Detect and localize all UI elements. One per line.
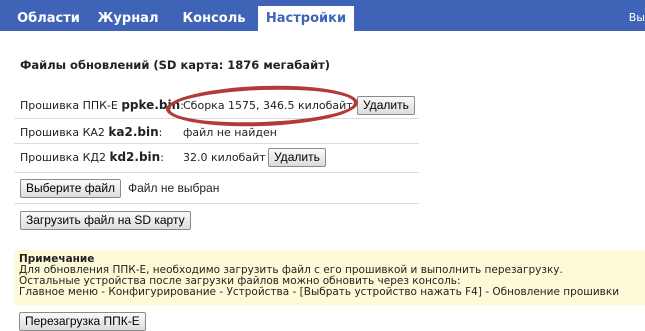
highlight-ellipse — [165, 82, 359, 130]
note-box: Примечание Для обновления ППК-Е, необход… — [14, 250, 645, 305]
firmware-ka2-status: файл не найден — [183, 126, 277, 139]
upload-to-sd-button[interactable]: Загрузить файл на SD карту — [20, 211, 191, 230]
firmware-ka2-label: Прошивка КА2 ka2.bin: — [20, 125, 163, 139]
delete-ppke-button[interactable]: Удалить — [357, 96, 415, 115]
firmware-ppke-label: Прошивка ППК-Е ppke.bin: — [20, 98, 184, 112]
tab-journal[interactable]: Журнал — [92, 6, 164, 31]
note-line: Главное меню - Конфигурирование - Устрой… — [19, 286, 620, 298]
section-title: Файлы обновлений (SD карта: 1876 мегабай… — [20, 58, 331, 72]
firmware-ka2-filename: ka2.bin — [108, 125, 159, 139]
tab-settings[interactable]: Настройки — [258, 6, 354, 33]
firmware-kd2-filename: kd2.bin — [109, 150, 161, 164]
tab-areas[interactable]: Области — [11, 6, 86, 31]
divider — [14, 143, 419, 144]
top-navbar: Области Журнал Консоль Настройки Вы — [0, 0, 645, 33]
firmware-kd2-label: Прошивка КД2 kd2.bin: — [20, 150, 164, 164]
logout-link[interactable]: Вы — [629, 11, 645, 24]
delete-kd2-button[interactable]: Удалить — [268, 148, 326, 167]
choose-file-button[interactable]: Выберите файл — [20, 179, 122, 198]
reboot-ppke-button[interactable]: Перезагрузка ППК-Е — [19, 312, 146, 331]
divider — [14, 203, 419, 204]
firmware-kd2-status: 32.0 килобайт — [183, 151, 266, 164]
tab-console[interactable]: Консоль — [178, 6, 250, 31]
no-file-selected-text: Файл не выбран — [128, 181, 220, 195]
divider — [14, 172, 419, 173]
